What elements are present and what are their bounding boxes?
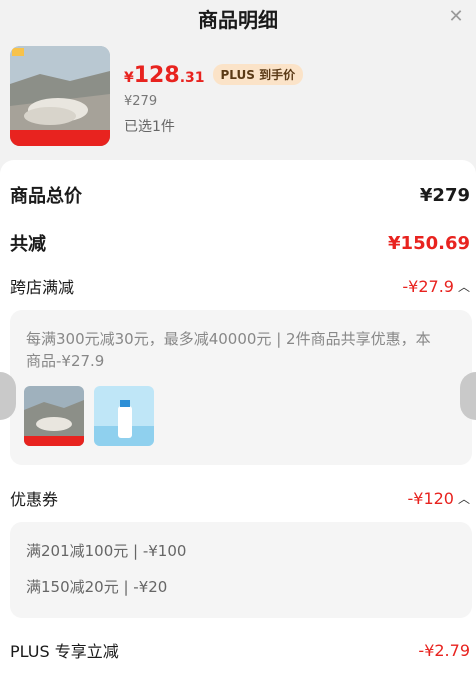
detail-panel: 商品总价 ¥279 共减 ¥150.69 跨店满减 -¥27.9 ︿ 每满300… — [0, 160, 476, 687]
right-scroll-handle[interactable] — [460, 372, 476, 420]
chevron-up-icon[interactable]: ︿ — [458, 278, 470, 295]
discount-row: 共减 ¥150.69 — [10, 230, 470, 256]
chevron-up-icon[interactable]: ︿ — [458, 490, 470, 507]
price-row: ¥128.31 PLUS 到手价 — [124, 63, 304, 88]
cross-store-value: -¥27.9 — [402, 276, 454, 296]
page-title: 商品明细 — [198, 8, 278, 32]
total-value: ¥279 — [419, 184, 470, 206]
plus-price-badge: PLUS 到手价 — [212, 64, 304, 85]
close-icon[interactable]: ✕ — [446, 6, 466, 27]
coupon-row[interactable]: 优惠券 -¥120 ︿ — [10, 486, 470, 510]
discount-label: 共减 — [10, 234, 46, 255]
discount-value: ¥150.69 — [388, 232, 470, 254]
cross-store-label: 跨店满减 — [10, 278, 75, 297]
cross-store-detail: 每满300元减30元，最多减40000元 | 2件商品共享优惠，本商品-¥27.… — [10, 310, 472, 465]
cross-store-row[interactable]: 跨店满减 -¥27.9 ︿ — [10, 274, 470, 298]
plus-row: PLUS 专享立减 -¥2.79 — [10, 638, 470, 662]
coupon-label: 优惠券 — [10, 490, 59, 509]
plus-value: -¥2.79 — [418, 640, 470, 660]
coupon-detail: 满201减100元 | -¥100 满150减20元 | -¥20 — [10, 522, 472, 618]
product-thumbnail[interactable] — [10, 46, 110, 146]
selected-count: 已选1件 — [124, 119, 175, 135]
shoe-product-thumb[interactable] — [24, 386, 84, 446]
original-price: ¥279 — [124, 94, 158, 109]
final-price: ¥128.31 — [124, 63, 205, 88]
total-row: 商品总价 ¥279 — [10, 182, 470, 208]
total-label: 商品总价 — [10, 186, 82, 207]
coupon-value: -¥120 — [407, 488, 454, 508]
coupon-item: 满150减20元 | -¥20 — [26, 578, 168, 596]
coupon-item: 满201减100元 | -¥100 — [26, 542, 187, 560]
plus-label: PLUS 专享立减 — [10, 642, 119, 661]
cross-store-description: 每满300元减30元，最多减40000元 | 2件商品共享优惠，本商品-¥27.… — [26, 330, 431, 370]
header-area: 商品明细 ✕ ¥128.31 PLUS 到手价 ¥279 已选1件 — [0, 0, 476, 158]
sunscreen-product-thumb[interactable] — [94, 386, 154, 446]
